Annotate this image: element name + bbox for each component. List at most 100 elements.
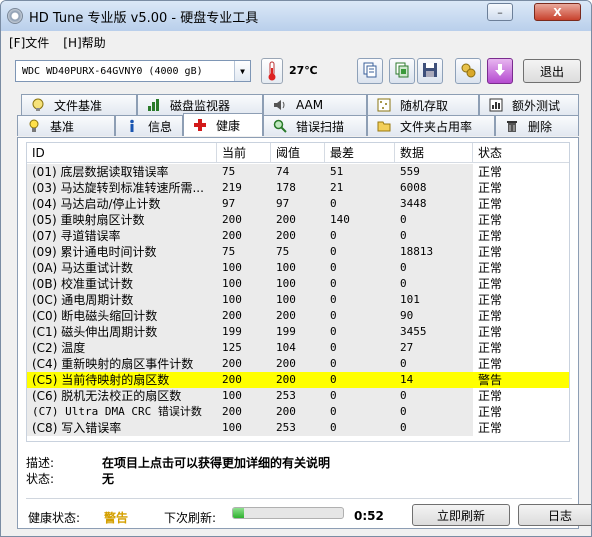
table-row[interactable]: (03) 马达旋转到标准转速所需... 219 178 21 6008 正常 <box>27 180 569 196</box>
smart-table[interactable]: ID 当前 阈值 最差 数据 状态 (01) 底层数据读取错误率 75 74 51 55… <box>26 142 570 442</box>
table-row[interactable]: (C5) 当前待映射的扇区数 200 200 0 14 警告 <box>27 372 569 388</box>
table-row[interactable]: (01) 底层数据读取错误率 75 74 51 559 正常 <box>27 164 569 180</box>
table-row[interactable]: (C6) 脱机无法校正的扇区数 100 253 0 0 正常 <box>27 388 569 404</box>
tab-file-benchmark[interactable]: 文件基准 <box>21 94 137 115</box>
table-row[interactable]: (07) 寻道错误率 200 200 0 0 正常 <box>27 228 569 244</box>
next-refresh-label: 下次刷新: <box>164 511 217 525</box>
drive-select[interactable]: WDC WD40PURX-64GVNY0 (4000 gB) ▼ <box>15 60 251 82</box>
table-cell: 0 <box>395 228 473 244</box>
cell-threshold: 97 <box>276 197 290 210</box>
col-current[interactable]: 当前 <box>217 143 271 163</box>
table-cell: 正常 <box>473 276 569 292</box>
cell-worst: 51 <box>330 165 344 178</box>
save-button[interactable] <box>417 58 443 84</box>
table-row[interactable]: (0A) 马达重试计数 100 100 0 0 正常 <box>27 260 569 276</box>
tab-health[interactable]: 健康 <box>183 113 263 136</box>
table-row[interactable]: (C4) 重新映射的扇区事件计数 200 200 0 0 正常 <box>27 356 569 372</box>
table-cell: 正常 <box>473 164 569 180</box>
table-cell: 3455 <box>395 324 473 340</box>
tab-error-scan[interactable]: 错误扫描 <box>263 115 367 136</box>
cell-id: (0C) 通电周期计数 <box>32 293 134 307</box>
log-button[interactable]: 日志 <box>518 504 591 526</box>
col-status[interactable]: 状态 <box>473 143 569 163</box>
table-row[interactable]: (0B) 校准重试计数 100 100 0 0 正常 <box>27 276 569 292</box>
table-cell: 0 <box>325 372 395 388</box>
tab-strip: 文件基准 磁盘监视器 AAM 随机存取 额外测试 基准 信息 健康 错误扫描 文… <box>17 94 579 138</box>
tab-disk-monitor[interactable]: 磁盘监视器 <box>137 94 263 115</box>
tab-benchmark[interactable]: 基准 <box>17 115 115 136</box>
refresh-now-button[interactable]: 立即刷新 <box>412 504 510 526</box>
cell-id: (C5) 当前待映射的扇区数 <box>32 373 170 387</box>
download-button[interactable] <box>487 58 513 84</box>
file-benchmark-icon <box>30 97 46 113</box>
cell-data: 6008 <box>400 181 427 194</box>
bulb-icon <box>26 118 42 134</box>
copy-screenshot-button[interactable] <box>389 58 415 84</box>
table-row[interactable]: (C2) 温度 125 104 0 27 正常 <box>27 340 569 356</box>
col-id[interactable]: ID <box>27 143 217 163</box>
table-cell: 100 <box>271 260 325 276</box>
window-title: HD Tune 专业版 v5.00 - 硬盘专业工具 <box>29 10 259 26</box>
cell-data: 3455 <box>400 325 427 338</box>
cell-worst: 0 <box>330 373 337 386</box>
table-cell: 200 <box>271 212 325 228</box>
cell-status: 正常 <box>478 245 503 259</box>
cell-status: 正常 <box>478 181 503 195</box>
col-threshold[interactable]: 阈值 <box>271 143 325 163</box>
status-bar: 健康状态: 警告 下次刷新: 0:52 立即刷新 日志 <box>26 498 591 526</box>
tab-folder-usage[interactable]: 文件夹占用率 <box>367 115 495 136</box>
table-cell: 正常 <box>473 228 569 244</box>
table-cell: 正常 <box>473 356 569 372</box>
tab-erase[interactable]: 删除 <box>495 115 579 136</box>
table-row[interactable]: (0C) 通电周期计数 100 100 0 101 正常 <box>27 292 569 308</box>
table-row[interactable]: (04) 马达启动/停止计数 97 97 0 3448 正常 <box>27 196 569 212</box>
cell-id: (C1) 磁头伸出周期计数 <box>32 325 158 339</box>
tab-label: 文件基准 <box>54 98 103 113</box>
tab-random-access[interactable]: 随机存取 <box>367 94 479 115</box>
chevron-down-icon[interactable]: ▼ <box>234 61 250 81</box>
table-row[interactable]: (05) 重映射扇区计数 200 200 140 0 正常 <box>27 212 569 228</box>
table-cell: 18813 <box>395 244 473 260</box>
table-cell: 253 <box>271 388 325 404</box>
table-row[interactable]: (C7) Ultra DMA CRC 错误计数 200 200 0 0 正常 <box>27 404 569 420</box>
table-row[interactable]: (09) 累计通电时间计数 75 75 0 18813 正常 <box>27 244 569 260</box>
cell-id: (0A) 马达重试计数 <box>32 261 134 275</box>
cell-data: 14 <box>400 373 414 386</box>
table-row[interactable]: (C8) 写入错误率 100 253 0 0 正常 <box>27 420 569 436</box>
close-button[interactable]: X <box>534 3 581 21</box>
copy-text-button[interactable] <box>357 58 383 84</box>
state-line: 状态: 无 <box>26 470 114 487</box>
tab-label: 基准 <box>50 119 75 134</box>
cell-threshold: 253 <box>276 389 296 402</box>
table-cell: 90 <box>395 308 473 324</box>
tab-info[interactable]: 信息 <box>115 115 183 136</box>
table-cell: 200 <box>217 404 271 420</box>
options-button[interactable] <box>455 58 481 84</box>
menu-help[interactable]: [H]帮助 <box>63 34 105 52</box>
cell-worst: 0 <box>330 309 337 322</box>
col-worst[interactable]: 最差 <box>325 143 395 163</box>
table-cell: (09) 累计通电时间计数 <box>27 244 217 260</box>
table-row[interactable]: (C1) 磁头伸出周期计数 199 199 0 3455 正常 <box>27 324 569 340</box>
cell-status: 正常 <box>478 341 503 355</box>
options-icon <box>460 62 476 81</box>
table-cell: 200 <box>217 308 271 324</box>
table-cell: 0 <box>325 420 395 436</box>
table-cell: 0 <box>325 228 395 244</box>
cell-worst: 0 <box>330 357 337 370</box>
table-cell: 200 <box>271 372 325 388</box>
table-cell: 75 <box>217 164 271 180</box>
exit-button[interactable]: 退出 <box>523 59 581 83</box>
col-data[interactable]: 数据 <box>395 143 473 163</box>
cell-threshold: 104 <box>276 341 296 354</box>
toolbar: WDC WD40PURX-64GVNY0 (4000 gB) ▼ 27℃ 退出 <box>9 56 583 86</box>
table-row[interactable]: (C0) 断电磁头缩回计数 200 200 0 90 正常 <box>27 308 569 324</box>
tab-aam[interactable]: AAM <box>263 94 367 115</box>
table-cell: (07) 寻道错误率 <box>27 228 217 244</box>
random-access-icon <box>376 97 392 113</box>
table-cell: 正常 <box>473 196 569 212</box>
menu-file[interactable]: [F]文件 <box>9 34 49 52</box>
cell-worst: 0 <box>330 277 337 290</box>
tab-extra-tests[interactable]: 额外测试 <box>479 94 579 115</box>
minimize-button[interactable]: – <box>487 3 513 21</box>
